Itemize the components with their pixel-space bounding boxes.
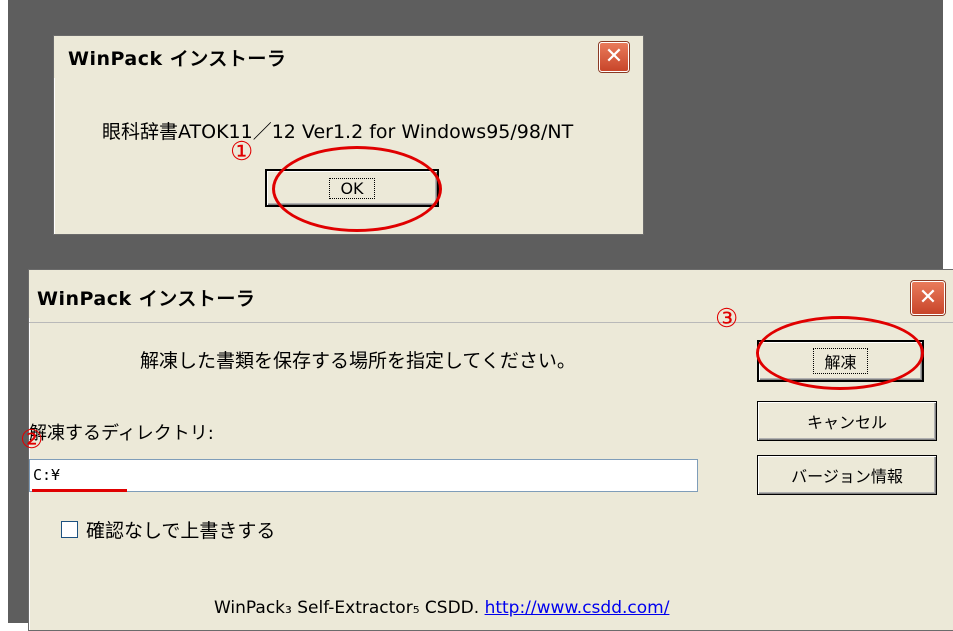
annotation-marker-3: ③ <box>715 304 739 334</box>
annotation-marker-1: ① <box>230 137 254 167</box>
dialog2-titlebar: WinPack インストーラ ✕ <box>29 270 953 318</box>
dialog-install-confirm: WinPack インストーラ ✕ 眼科辞書ATOK11／12 Ver1.2 fo… <box>53 35 644 235</box>
dialog2-title-divider <box>29 322 953 323</box>
dialog2-close-button[interactable]: ✕ <box>911 281 945 315</box>
instruction-text: 解凍した書類を保存する場所を指定してください。 <box>140 350 576 372</box>
extract-button-label: 解凍 <box>813 348 868 374</box>
dialog1-close-button[interactable]: ✕ <box>599 42 629 72</box>
footer-credit: WinPack₃ Self-Extractor₅ CSDD. http://ww… <box>214 598 669 618</box>
footer-text: WinPack₃ Self-Extractor₅ CSDD. <box>214 598 480 618</box>
directory-label: 解凍するディレクトリ: <box>29 423 214 444</box>
cancel-button-label: キャンセル <box>806 413 887 432</box>
footer-link[interactable]: http://www.csdd.com/ <box>485 598 670 618</box>
close-icon: ✕ <box>918 285 938 310</box>
overwrite-checkbox[interactable] <box>61 521 78 538</box>
directory-input[interactable]: C:¥ <box>29 459 698 492</box>
annotation-marker-2: ② <box>20 425 44 455</box>
close-icon: ✕ <box>604 44 624 69</box>
annotation-underline <box>32 489 127 492</box>
overwrite-label: 確認なしで上書きする <box>86 520 276 542</box>
dialog1-message: 眼科辞書ATOK11／12 Ver1.2 for Windows95/98/NT <box>102 121 574 143</box>
extract-button[interactable]: 解凍 <box>757 340 924 382</box>
ok-button[interactable]: OK <box>265 169 439 207</box>
cancel-button[interactable]: キャンセル <box>757 401 937 441</box>
ok-button-label: OK <box>329 177 375 199</box>
dialog-extract: WinPack インストーラ ✕ 解凍した書類を保存する場所を指定してください。… <box>28 269 953 631</box>
version-info-button[interactable]: バージョン情報 <box>757 455 937 495</box>
desktop-left-edge <box>0 0 8 623</box>
dialog1-title: WinPack インストーラ <box>68 48 287 70</box>
dialog2-title: WinPack インストーラ <box>37 288 256 310</box>
version-info-button-label: バージョン情報 <box>791 467 903 486</box>
dialog1-titlebar: WinPack インストーラ ✕ <box>54 36 643 78</box>
directory-input-value: C:¥ <box>33 466 61 484</box>
